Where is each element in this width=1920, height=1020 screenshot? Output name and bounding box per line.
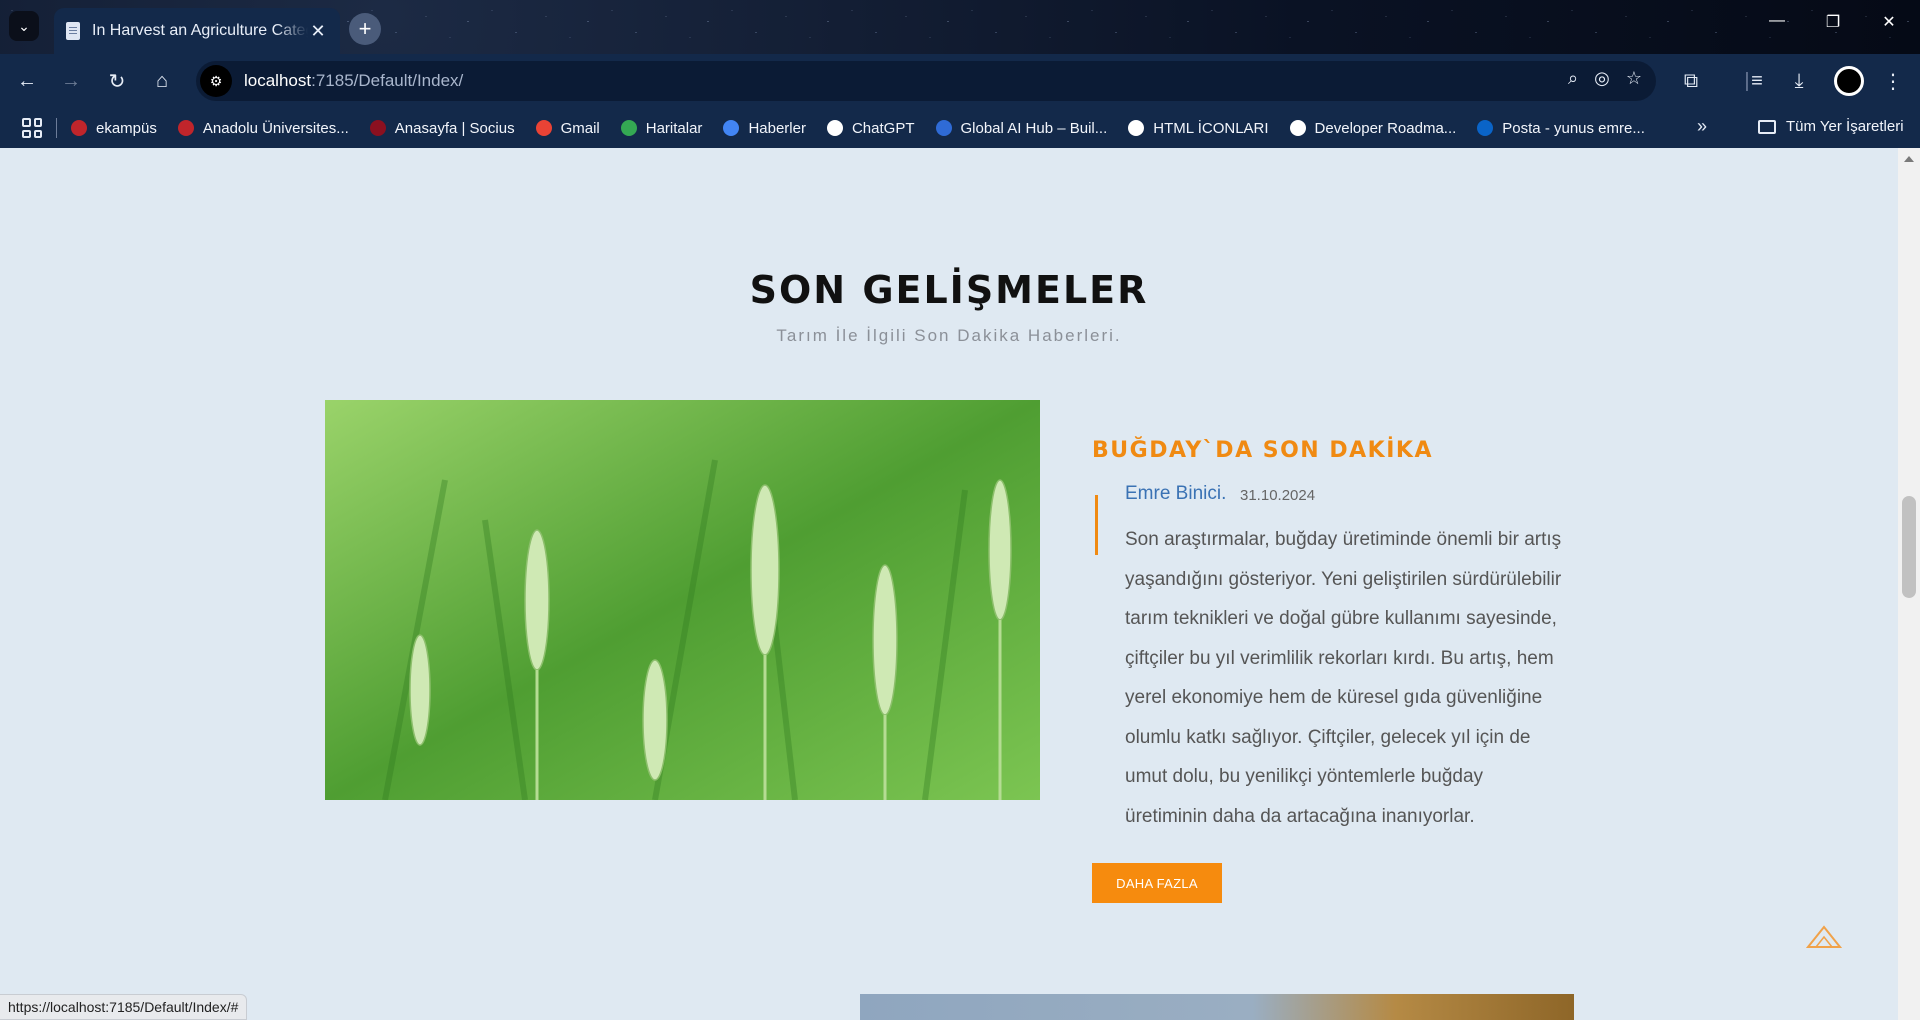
folder-icon	[1758, 119, 1776, 134]
bookmark-item[interactable]: Developer Roadma...	[1289, 119, 1457, 137]
bookmark-favicon-icon	[826, 120, 843, 136]
section-subtitle: Tarım İle İlgili Son Dakika Haberleri.	[776, 326, 1122, 345]
bookmark-item[interactable]: Posta - yunus emre...	[1477, 120, 1645, 137]
wheat-news-image	[325, 400, 1040, 800]
window-close-icon[interactable]: ✕	[1874, 12, 1904, 32]
navigation-toolbar: ← → ↻ ⌂ ⚙ localhost:7185/Default/Index/ …	[0, 54, 1920, 108]
more-bookmarks-chevron-icon[interactable]: »	[1697, 116, 1707, 137]
bookmark-item[interactable]: ekampüs	[71, 120, 157, 137]
read-more-button[interactable]: DAHA FAZLA	[1092, 863, 1222, 903]
close-tab-icon[interactable]: ✕	[308, 21, 328, 42]
bookmark-list: ekampüs Anadolu Üniversites... Anasayfa | …	[71, 120, 1666, 137]
new-tab-plus-icon[interactable]: +	[349, 13, 381, 45]
document-icon	[66, 22, 80, 40]
bookmark-label: Haberler	[748, 119, 806, 137]
bookmark-favicon-icon	[1128, 120, 1145, 136]
bookmark-item[interactable]: Haritalar	[620, 119, 703, 137]
article-accent-bar	[1095, 495, 1098, 555]
tracking-eye-off-icon[interactable]: ◎	[1594, 68, 1610, 89]
tab-active[interactable]: In Harvest an Agriculture Category ✕	[54, 8, 340, 54]
scroll-up-arrow-icon[interactable]	[1904, 156, 1914, 162]
bookmark-label: HTML İCONLARI	[1153, 119, 1269, 137]
bookmark-label: Anadolu Üniversites...	[202, 119, 349, 137]
bookmark-label: Posta - yunus emre...	[1502, 119, 1645, 137]
site-info-icon[interactable]: ⚙	[200, 65, 232, 97]
menu-kebab-icon[interactable]: ⋮	[1880, 68, 1906, 94]
bookmark-star-icon[interactable]: ☆	[1626, 68, 1642, 89]
address-bar-actions: ⌕ ◎ ☆	[1568, 68, 1642, 89]
zoom-icon[interactable]: ⌕	[1568, 68, 1578, 89]
scrollbar-thumb[interactable]	[1902, 496, 1916, 598]
tab-search-chevron-icon[interactable]: ⌄	[9, 11, 39, 41]
apps-grid-icon[interactable]	[22, 118, 42, 138]
bookmark-label: Haritalar	[645, 119, 703, 137]
bookmarks-bar: ekampüs Anadolu Üniversites... Anasayfa | …	[0, 108, 1920, 148]
bookmark-favicon-icon	[723, 120, 740, 136]
bookmark-label: ekampüs	[96, 119, 157, 137]
url-text[interactable]: localhost:7185/Default/Index/	[244, 71, 463, 91]
bookmark-item[interactable]: Gmail	[535, 119, 600, 137]
home-icon[interactable]: ⌂	[149, 68, 175, 94]
url-host: localhost	[244, 71, 312, 90]
all-bookmarks-button[interactable]: Tüm Yer İşaretleri	[1758, 118, 1904, 135]
bookmark-item[interactable]: ChatGPT	[826, 119, 915, 137]
back-arrow-icon[interactable]: ←	[14, 68, 40, 94]
restore-icon[interactable]: ❐	[1818, 12, 1848, 32]
tab-strip: ⌄ In Harvest an Agriculture Category ✕ +…	[0, 0, 1920, 54]
article-date: 31.10.2024	[1240, 487, 1316, 504]
bookmark-favicon-icon	[1289, 120, 1306, 136]
bookmark-item[interactable]: HTML İCONLARI	[1128, 119, 1269, 137]
bookmark-label: Anasayfa | Socius	[394, 119, 515, 137]
bookmark-item[interactable]: Haberler	[723, 120, 806, 137]
bookmark-item[interactable]: Anadolu Üniversites...	[177, 119, 349, 137]
article-title[interactable]: BUĞDAY`DA SON DAKİKA	[1092, 438, 1433, 463]
bookmark-favicon-icon	[177, 120, 194, 136]
wheat-illustration	[325, 400, 1040, 800]
article-author-link[interactable]: Emre Binici.	[1125, 483, 1226, 505]
bookmark-label: Global AI Hub – Buil...	[960, 119, 1108, 137]
media-control-icon[interactable]: ≡	[1744, 68, 1770, 94]
tab-title: In Harvest an Agriculture Category	[92, 22, 308, 39]
next-article-image	[860, 994, 1574, 1020]
extensions-puzzle-icon[interactable]: ⧉	[1678, 68, 1704, 94]
address-bar[interactable]: ⚙ localhost:7185/Default/Index/ ⌕ ◎ ☆	[196, 61, 1656, 101]
bookmark-item[interactable]: Anasayfa | Socius	[369, 119, 515, 137]
link-status-bubble: https://localhost:7185/Default/Index/#	[0, 994, 248, 1020]
article-body: Son araştırmalar, buğday üretiminde önem…	[1125, 529, 1562, 827]
bookmark-favicon-icon	[71, 120, 87, 136]
bookmark-favicon-icon	[1477, 120, 1494, 136]
bookmark-favicon-icon	[620, 120, 637, 136]
section-title: SON GELİŞMELER	[749, 268, 1149, 312]
minimize-icon[interactable]: —	[1762, 12, 1792, 30]
bookmark-label: Gmail	[560, 119, 600, 137]
bookmark-favicon-icon	[535, 120, 552, 136]
back-to-top-triangle-icon[interactable]	[1806, 925, 1842, 949]
bookmarks-separator	[56, 118, 57, 138]
download-icon[interactable]: ⤓	[1786, 68, 1812, 94]
bookmark-label: ChatGPT	[851, 119, 915, 137]
browser-chrome: ⌄ In Harvest an Agriculture Category ✕ +…	[0, 0, 1920, 156]
reload-icon[interactable]: ↻	[104, 68, 130, 94]
all-bookmarks-label: Tüm Yer İşaretleri	[1786, 118, 1904, 135]
profile-avatar-icon[interactable]	[1834, 66, 1864, 96]
bookmark-favicon-icon	[935, 120, 952, 136]
forward-arrow-icon[interactable]: →	[58, 68, 84, 94]
bookmark-label: Developer Roadma...	[1314, 119, 1457, 137]
bookmark-item[interactable]: Global AI Hub – Buil...	[935, 119, 1108, 137]
page-scrollbar[interactable]	[1898, 148, 1920, 1020]
url-path: :7185/Default/Index/	[311, 71, 464, 90]
page-content: SON GELİŞMELER Tarım İle İlgili Son Daki…	[0, 148, 1898, 1020]
bookmark-favicon-icon	[369, 120, 386, 136]
